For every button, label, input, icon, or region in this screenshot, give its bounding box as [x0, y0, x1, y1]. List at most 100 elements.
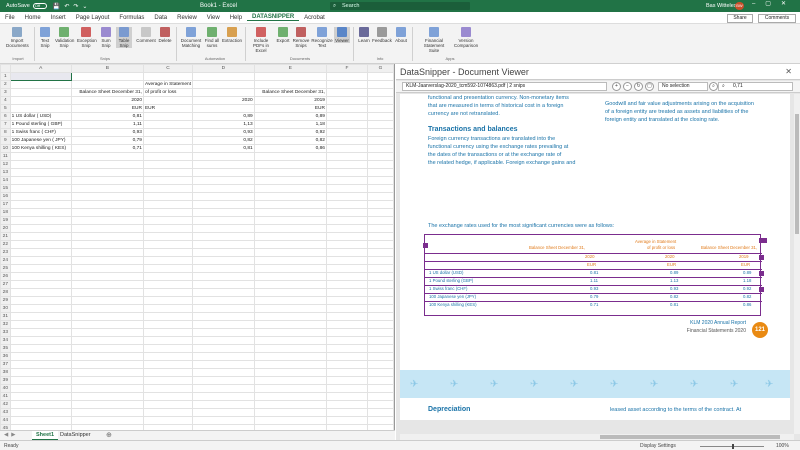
- row-header[interactable]: 42: [0, 400, 11, 409]
- cell[interactable]: [192, 176, 255, 185]
- row-header[interactable]: 1: [0, 72, 11, 81]
- cell[interactable]: 1 Pound sterling ( GBP): [9, 120, 72, 129]
- cell[interactable]: [142, 128, 194, 137]
- cell[interactable]: [192, 80, 255, 89]
- cell[interactable]: [325, 296, 368, 305]
- cell[interactable]: [325, 160, 368, 169]
- cell[interactable]: [70, 176, 144, 185]
- cell[interactable]: [192, 416, 255, 425]
- cell[interactable]: Balance Sheet December 31,: [253, 88, 327, 97]
- cell[interactable]: [366, 256, 394, 265]
- cell[interactable]: [253, 392, 327, 401]
- cell[interactable]: [142, 120, 194, 129]
- cell[interactable]: [9, 248, 72, 257]
- row-header[interactable]: 7: [0, 120, 11, 129]
- column-header[interactable]: F: [325, 64, 368, 73]
- cell[interactable]: [366, 376, 394, 385]
- cell[interactable]: [325, 392, 368, 401]
- cell[interactable]: [192, 392, 255, 401]
- cell[interactable]: [192, 296, 255, 305]
- row-header[interactable]: 33: [0, 328, 11, 337]
- cell[interactable]: [366, 168, 394, 177]
- cell[interactable]: [192, 72, 255, 81]
- cell[interactable]: Balance Sheet December 31,: [70, 88, 144, 97]
- cell[interactable]: [325, 232, 368, 241]
- delete-button[interactable]: Delete: [157, 27, 173, 43]
- row-header[interactable]: 13: [0, 168, 11, 177]
- cell[interactable]: [253, 408, 327, 417]
- cell[interactable]: [192, 208, 255, 217]
- row-header[interactable]: 2: [0, 80, 11, 89]
- row-header[interactable]: 11: [0, 152, 11, 161]
- cell[interactable]: [366, 296, 394, 305]
- snip-handle[interactable]: [759, 271, 764, 276]
- quick-access-toolbar[interactable]: 💾↶↷⌄: [53, 3, 92, 10]
- cell[interactable]: [142, 320, 194, 329]
- cell[interactable]: [142, 216, 194, 225]
- feedback-button[interactable]: Feedback: [372, 27, 392, 43]
- cell[interactable]: [325, 408, 368, 417]
- cell[interactable]: [366, 360, 394, 369]
- cell[interactable]: 0,82: [192, 136, 255, 145]
- cell[interactable]: [9, 160, 72, 169]
- cell[interactable]: [366, 320, 394, 329]
- cell[interactable]: [253, 200, 327, 209]
- cell[interactable]: [366, 312, 394, 321]
- sheet-tab-datasnipper[interactable]: DataSnipper: [60, 432, 91, 438]
- cell[interactable]: [366, 200, 394, 209]
- cell[interactable]: [142, 168, 194, 177]
- cell[interactable]: [366, 96, 394, 105]
- window-controls[interactable]: –▢✕: [752, 0, 796, 7]
- cell[interactable]: [325, 400, 368, 409]
- cell[interactable]: [9, 216, 72, 225]
- cell[interactable]: [70, 312, 144, 321]
- cell[interactable]: [142, 256, 194, 265]
- tab-insert[interactable]: Insert: [46, 15, 71, 21]
- column-header[interactable]: C: [142, 64, 194, 73]
- comments-button[interactable]: Comments: [758, 14, 796, 23]
- cell[interactable]: [366, 392, 394, 401]
- row-header[interactable]: 8: [0, 128, 11, 137]
- cell[interactable]: [325, 168, 368, 177]
- cell[interactable]: [70, 368, 144, 377]
- cell[interactable]: [9, 224, 72, 233]
- row-header[interactable]: 28: [0, 288, 11, 297]
- cell[interactable]: [366, 184, 394, 193]
- cell[interactable]: 0,92: [253, 128, 327, 137]
- cell[interactable]: [253, 320, 327, 329]
- scroll-thumb[interactable]: [600, 435, 780, 439]
- cell[interactable]: [192, 256, 255, 265]
- cell[interactable]: [253, 416, 327, 425]
- cell[interactable]: [9, 208, 72, 217]
- cell[interactable]: [325, 72, 368, 81]
- cell[interactable]: [192, 352, 255, 361]
- cell[interactable]: [192, 240, 255, 249]
- cell[interactable]: [325, 104, 368, 113]
- cell[interactable]: [325, 224, 368, 233]
- cell[interactable]: 0,81: [70, 112, 144, 121]
- cell[interactable]: [142, 288, 194, 297]
- cell[interactable]: [253, 232, 327, 241]
- cell[interactable]: [142, 296, 194, 305]
- cell[interactable]: [325, 176, 368, 185]
- cell[interactable]: [366, 408, 394, 417]
- cell[interactable]: [9, 408, 72, 417]
- cell[interactable]: [366, 152, 394, 161]
- cell[interactable]: [142, 232, 194, 241]
- cell[interactable]: [192, 288, 255, 297]
- cell[interactable]: [9, 288, 72, 297]
- cell[interactable]: [142, 160, 194, 169]
- cell[interactable]: [253, 288, 327, 297]
- row-header[interactable]: 20: [0, 224, 11, 233]
- cell[interactable]: [253, 72, 327, 81]
- viewer-vertical-scrollbar[interactable]: [794, 94, 800, 434]
- cell[interactable]: [9, 392, 72, 401]
- cell[interactable]: 100 Japanese yen ( JPY): [9, 136, 72, 145]
- cell[interactable]: 0,93: [192, 128, 255, 137]
- cell[interactable]: [9, 352, 72, 361]
- row-header[interactable]: 24: [0, 256, 11, 265]
- extraction-button[interactable]: Extraction: [222, 27, 242, 43]
- cell[interactable]: [192, 312, 255, 321]
- cell[interactable]: [253, 400, 327, 409]
- table-snip-button[interactable]: Table Snip: [116, 27, 132, 48]
